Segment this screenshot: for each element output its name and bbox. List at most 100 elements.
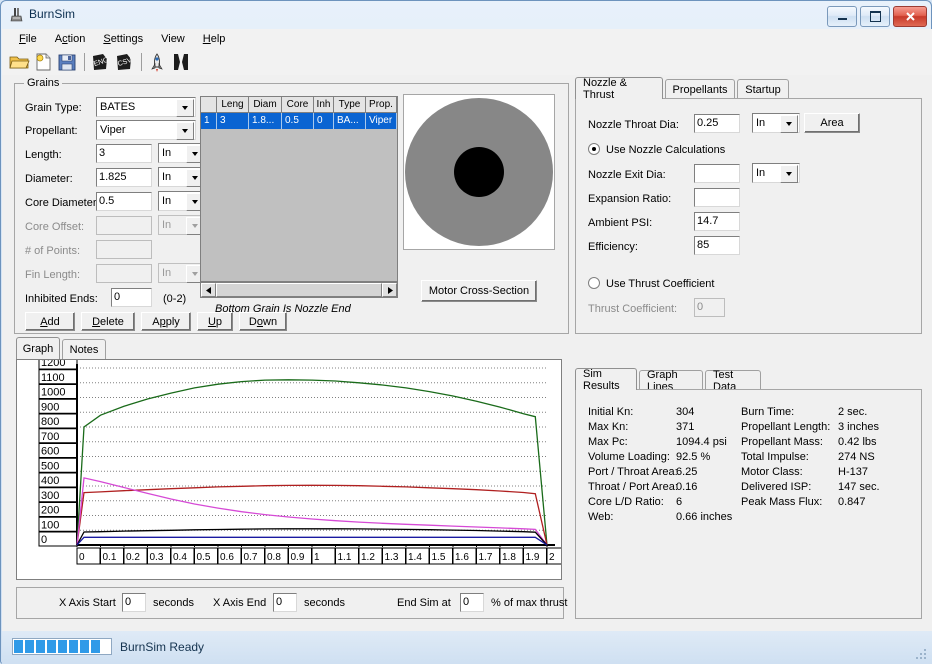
result-value-propellant-length: 3 inches: [838, 421, 879, 433]
simulation-graph[interactable]: 0 100 200 300 400 500 600 700 800 900 1000 1100 1200…: [16, 359, 562, 580]
progress-segment: [69, 640, 78, 653]
column-header-propellant: Prop.: [366, 97, 397, 113]
tab-test-data[interactable]: Test Data: [705, 369, 761, 393]
tab-startup[interactable]: Startup: [737, 79, 789, 99]
grain-type-select[interactable]: BATES: [96, 97, 196, 117]
use-thrust-coefficient-radio[interactable]: [588, 277, 600, 289]
propellant-select[interactable]: Viper: [96, 120, 196, 140]
nozzle-exit-dia-label: Nozzle Exit Dia:: [588, 169, 666, 181]
graph-axis-controls: X Axis Start 0 seconds X Axis End 0 seco…: [16, 587, 567, 619]
chart-series-kn: [76, 379, 548, 546]
nozzle-exit-dia-unit-select[interactable]: In: [752, 163, 800, 183]
result-value-port-throat-area: 6.25: [676, 466, 698, 478]
column-header-diameter: Diam: [249, 97, 282, 113]
menu-view[interactable]: View: [152, 31, 194, 47]
minimize-button[interactable]: [827, 6, 857, 27]
result-value-burn-time: 2 sec.: [838, 406, 868, 418]
tab-notes[interactable]: Notes: [62, 339, 106, 359]
thrust-coefficient-input[interactable]: 0: [694, 298, 725, 317]
result-label-max-pc: Max Pc:: [588, 436, 628, 448]
column-header-length: Leng: [217, 97, 249, 113]
x-tick-label: 1: [314, 552, 320, 563]
ambient-psi-input[interactable]: 14.7: [694, 212, 740, 231]
close-button[interactable]: [893, 6, 927, 27]
resize-grip[interactable]: [916, 649, 928, 661]
thrust-coefficient-label: Thrust Coefficient:: [588, 303, 678, 315]
tab-sim-results[interactable]: Sim Results: [575, 368, 637, 392]
progress-segment: [36, 640, 45, 653]
length-unit-select[interactable]: In: [158, 143, 206, 163]
x-tick-label: 1.2: [361, 552, 375, 563]
burnsim-icon: [10, 8, 23, 22]
efficiency-input[interactable]: 85: [694, 236, 740, 255]
export-eng-icon[interactable]: ENG: [89, 51, 111, 73]
tab-propellants[interactable]: Propellants: [665, 79, 735, 99]
menu-settings[interactable]: Settings: [94, 31, 152, 47]
use-nozzle-calculations-radio[interactable]: [588, 143, 600, 155]
nozzle-icon[interactable]: [170, 51, 192, 73]
menu-file[interactable]: File: [10, 31, 46, 47]
y-tick-label: 300: [41, 490, 59, 502]
maximize-button[interactable]: [860, 6, 890, 27]
end-sim-label: End Sim at: [397, 597, 451, 609]
nozzle-throat-dia-unit-select[interactable]: In: [752, 113, 800, 133]
propellant-value: Viper: [100, 124, 126, 136]
tab-graph[interactable]: Graph: [16, 337, 60, 359]
fin-length-unit-value: In: [162, 267, 172, 279]
add-grain-button[interactable]: Add: [25, 312, 75, 331]
toolbar-separator-1: [84, 52, 85, 71]
y-tick-label: 800: [41, 416, 59, 428]
window-title: BurnSim: [29, 7, 76, 21]
result-label-total-impulse: Total Impulse:: [741, 451, 809, 463]
export-csv-icon[interactable]: CSV: [113, 51, 135, 73]
cell-inhibited: 0: [314, 113, 334, 129]
rocket-icon[interactable]: [146, 51, 168, 73]
menu-help[interactable]: Help: [194, 31, 235, 47]
core-diameter-unit-select[interactable]: In: [158, 191, 206, 211]
scrollbar-thumb[interactable]: [216, 283, 382, 297]
open-file-icon[interactable]: [8, 51, 30, 73]
save-file-icon[interactable]: [56, 51, 78, 73]
expansion-ratio-input[interactable]: [694, 188, 740, 207]
x-tick-label: 1.4: [408, 552, 422, 563]
apply-grain-button[interactable]: Ap ply: [141, 312, 191, 331]
fin-length-unit-select[interactable]: In: [158, 263, 206, 283]
scroll-right-icon[interactable]: [382, 283, 397, 297]
tab-graph-lines[interactable]: Graph Lines: [639, 369, 703, 393]
scroll-left-icon[interactable]: [201, 283, 216, 297]
x-tick-label: 1.6: [455, 552, 469, 563]
y-tick-label: 100: [41, 519, 59, 531]
nozzle-throat-dia-input[interactable]: 0.25: [694, 114, 740, 133]
points-input[interactable]: [96, 240, 152, 259]
length-input[interactable]: 3: [96, 144, 152, 163]
x-tick-label: 2: [549, 552, 555, 563]
table-row[interactable]: 1 3 1.8... 0.5 0 BA... Viper: [201, 113, 397, 129]
grain-list-table[interactable]: Leng Diam Core Inh Type Prop. 1 3 1.8...…: [200, 96, 398, 282]
toolbar-separator-2: [141, 52, 142, 71]
sim-results-panel: Initial Kn: 304 Max Kn: 371 Max Pc: 1094…: [575, 389, 922, 619]
core-diameter-input[interactable]: 0.5: [96, 192, 152, 211]
area-button[interactable]: Area: [804, 113, 860, 133]
cell-core: 0.5: [282, 113, 314, 129]
inhibited-ends-input[interactable]: 0: [111, 288, 152, 307]
menu-action[interactable]: Action: [46, 31, 95, 47]
y-tick-label: 600: [41, 446, 59, 458]
result-value-max-pc: 1094.4 psi: [676, 436, 727, 448]
diameter-unit-value: In: [162, 171, 172, 183]
nozzle-exit-dia-input[interactable]: [694, 164, 740, 183]
diameter-input[interactable]: 1.825: [96, 168, 152, 187]
x-axis-end-input[interactable]: 0: [273, 593, 297, 612]
new-file-icon[interactable]: [32, 51, 54, 73]
nozzle-exit-dia-unit-value: In: [756, 167, 766, 179]
tab-nozzle-thrust[interactable]: Nozzle & Thrust: [575, 77, 663, 101]
core-offset-input[interactable]: [96, 216, 152, 235]
grain-list-horizontal-scrollbar[interactable]: [200, 282, 398, 298]
motor-cross-section-button[interactable]: Motor Cross-Section: [421, 280, 537, 302]
x-axis-start-input[interactable]: 0: [122, 593, 146, 612]
fin-length-input[interactable]: [96, 264, 152, 283]
y-tick-label: 0: [41, 534, 47, 546]
delete-grain-button[interactable]: Delete: [81, 312, 135, 331]
core-offset-unit-select[interactable]: In: [158, 215, 206, 235]
diameter-unit-select[interactable]: In: [158, 167, 206, 187]
end-sim-input[interactable]: 0: [460, 593, 484, 612]
